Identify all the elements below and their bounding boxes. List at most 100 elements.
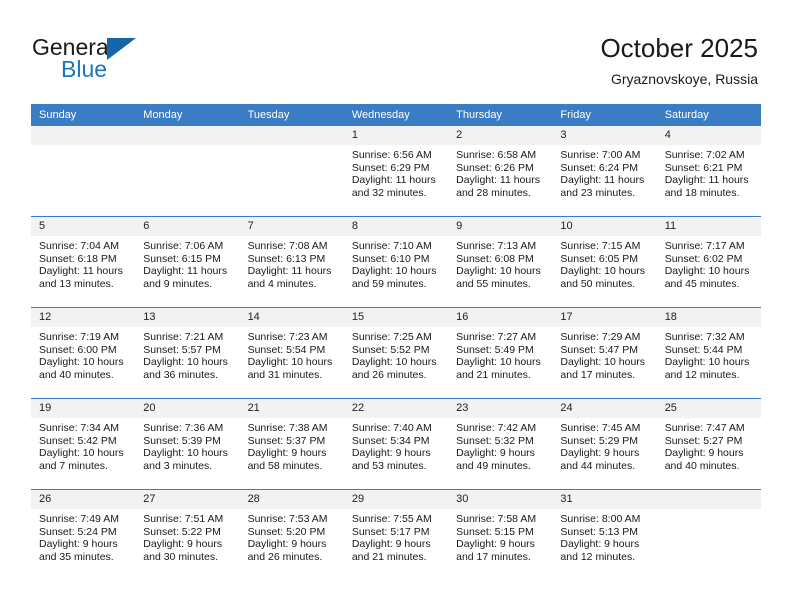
calendar-day-cell[interactable]: 3 Sunrise: 7:00 AM Sunset: 6:24 PM Daylight… [552, 126, 657, 217]
general-blue-logo[interactable]: General Blue [32, 34, 212, 86]
calendar-day-cell[interactable]: 26 Sunrise: 7:49 AM Sunset: 5:24 PM Dayligh… [31, 489, 136, 580]
calendar-day-cell[interactable]: 14 Sunrise: 7:23 AM Sunset: 5:54 PM Dayligh… [239, 307, 344, 399]
day-cell-inner: 30 Sunrise: 7:58 AM Sunset: 5:15 PM Dayligh… [448, 490, 553, 580]
calendar-day-cell[interactable]: 9 Sunrise: 7:13 AM Sunset: 6:08 PM Daylight… [448, 216, 553, 308]
calendar-day-cell[interactable]: 28 Sunrise: 7:53 AM Sunset: 5:20 PM Dayligh… [239, 489, 344, 580]
calendar-week-row: 26 Sunrise: 7:49 AM Sunset: 5:24 PM Dayligh… [31, 489, 761, 580]
calendar-table: Sunday Monday Tuesday Wednesday Thursday Frid… [31, 104, 761, 580]
day-number: 26 [31, 490, 136, 509]
day-detail-line: and 23 minutes. [560, 186, 636, 199]
calendar-day-cell[interactable]: 22 Sunrise: 7:40 AM Sunset: 5:34 PM Dayligh… [343, 398, 449, 490]
day-number: 15 [343, 308, 449, 327]
calendar-day-cell[interactable]: 15 Sunrise: 7:25 AM Sunset: 5:52 PM Dayligh… [343, 307, 449, 399]
day-number: 4 [656, 126, 761, 145]
day-detail-line: Sunset: 6:26 PM [456, 161, 534, 174]
day-number: 5 [31, 217, 136, 236]
day-detail-line: Daylight: 10 hours [664, 265, 750, 278]
day-details: Sunrise: 7:32 AM Sunset: 5:44 PM Daylight:… [657, 327, 761, 381]
calendar-day-cell[interactable]: 8 Sunrise: 7:10 AM Sunset: 6:10 PM Daylight… [343, 216, 449, 308]
day-cell-inner: 9 Sunrise: 7:13 AM Sunset: 6:08 PM Daylight… [448, 217, 553, 307]
day-cell-inner: 3 Sunrise: 7:00 AM Sunset: 6:24 PM Daylight… [552, 126, 657, 216]
day-cell-inner: 5 Sunrise: 7:04 AM Sunset: 6:18 PM Daylight… [31, 217, 136, 307]
calendar-day-cell[interactable]: 21 Sunrise: 7:38 AM Sunset: 5:37 PM Dayligh… [239, 398, 344, 490]
day-cell-inner: 21 Sunrise: 7:38 AM Sunset: 5:37 PM Dayligh… [239, 399, 344, 489]
day-details: Sunrise: 7:51 AM Sunset: 5:22 PM Daylight:… [135, 509, 239, 563]
title-block: October 2025 Gryaznovskoye, Russia [600, 32, 758, 88]
day-detail-line: Sunrise: 7:32 AM [664, 331, 745, 343]
calendar-day-cell[interactable]: 12 Sunrise: 7:19 AM Sunset: 6:00 PM Dayligh… [31, 307, 136, 399]
day-details: Sunrise: 7:19 AM Sunset: 6:00 PM Daylight:… [31, 327, 135, 381]
day-detail-line: Sunset: 5:34 PM [351, 434, 430, 447]
day-cell-inner [656, 490, 761, 580]
calendar-day-cell[interactable]: 20 Sunrise: 7:36 AM Sunset: 5:39 PM Dayligh… [135, 398, 240, 490]
calendar-day-cell[interactable]: 6 Sunrise: 7:06 AM Sunset: 6:15 PM Daylight… [135, 216, 240, 308]
day-detail-line: and 40 minutes. [664, 459, 740, 472]
day-details: Sunrise: 7:58 AM Sunset: 5:15 PM Daylight:… [448, 509, 552, 563]
calendar-day-cell[interactable]: 31 Sunrise: 8:00 AM Sunset: 5:13 PM Dayligh… [552, 489, 657, 580]
day-cell-inner: 28 Sunrise: 7:53 AM Sunset: 5:20 PM Dayligh… [239, 490, 344, 580]
day-details: Sunrise: 7:49 AM Sunset: 5:24 PM Daylight:… [31, 509, 135, 563]
calendar-day-cell[interactable]: 16 Sunrise: 7:27 AM Sunset: 5:49 PM Dayligh… [448, 307, 553, 399]
day-details: Sunrise: 7:21 AM Sunset: 5:57 PM Daylight:… [135, 327, 239, 381]
day-number: 12 [31, 308, 136, 327]
day-detail-line: Sunrise: 7:58 AM [456, 513, 537, 525]
day-details: Sunrise: 7:55 AM Sunset: 5:17 PM Daylight:… [344, 509, 448, 563]
day-detail-line: Sunset: 5:13 PM [560, 525, 639, 538]
day-detail-line: Sunrise: 7:29 AM [560, 331, 641, 343]
day-detail-line: Daylight: 9 hours [143, 538, 223, 551]
calendar-empty-cell [656, 489, 761, 580]
calendar-day-cell[interactable]: 27 Sunrise: 7:51 AM Sunset: 5:22 PM Dayligh… [135, 489, 240, 580]
day-number: 25 [656, 399, 761, 418]
day-detail-line: Daylight: 9 hours [456, 447, 535, 460]
calendar-day-cell[interactable]: 7 Sunrise: 7:08 AM Sunset: 6:13 PM Daylight… [239, 216, 344, 308]
day-cell-inner: 14 Sunrise: 7:23 AM Sunset: 5:54 PM Dayligh… [239, 308, 344, 398]
day-details: Sunrise: 7:25 AM Sunset: 5:52 PM Daylight:… [344, 327, 448, 381]
day-cell-inner: 26 Sunrise: 7:49 AM Sunset: 5:24 PM Dayligh… [31, 490, 136, 580]
day-cell-inner [135, 126, 240, 216]
calendar-day-cell[interactable]: 29 Sunrise: 7:55 AM Sunset: 5:17 PM Dayligh… [343, 489, 449, 580]
day-cell-inner: 20 Sunrise: 7:36 AM Sunset: 5:39 PM Dayligh… [135, 399, 240, 489]
weekday-header-tuesday: Tuesday [239, 104, 344, 126]
calendar-day-cell[interactable]: 30 Sunrise: 7:58 AM Sunset: 5:15 PM Dayligh… [448, 489, 553, 580]
calendar-day-cell[interactable]: 17 Sunrise: 7:29 AM Sunset: 5:47 PM Dayligh… [552, 307, 657, 399]
calendar-day-cell[interactable]: 11 Sunrise: 7:17 AM Sunset: 6:02 PM Dayligh… [656, 216, 761, 308]
calendar-day-cell[interactable]: 18 Sunrise: 7:32 AM Sunset: 5:44 PM Dayligh… [656, 307, 761, 399]
calendar-day-cell[interactable]: 4 Sunrise: 7:02 AM Sunset: 6:21 PM Daylight… [656, 126, 761, 217]
calendar-day-cell[interactable]: 10 Sunrise: 7:15 AM Sunset: 6:05 PM Dayligh… [552, 216, 657, 308]
day-number [239, 126, 344, 145]
calendar-day-cell[interactable]: 13 Sunrise: 7:21 AM Sunset: 5:57 PM Dayligh… [135, 307, 240, 399]
calendar-day-cell[interactable]: 25 Sunrise: 7:47 AM Sunset: 5:27 PM Dayligh… [656, 398, 761, 490]
day-detail-line: Sunrise: 7:51 AM [143, 513, 224, 525]
day-number: 1 [343, 126, 449, 145]
day-number [31, 126, 136, 145]
day-detail-line: Sunset: 5:47 PM [560, 343, 639, 356]
day-details: Sunrise: 6:56 AM Sunset: 6:29 PM Daylight:… [344, 145, 448, 199]
day-detail-line: and 59 minutes. [351, 277, 427, 290]
day-cell-inner: 1 Sunrise: 6:56 AM Sunset: 6:29 PM Daylight… [343, 126, 449, 216]
day-number: 17 [552, 308, 657, 327]
day-cell-inner: 23 Sunrise: 7:42 AM Sunset: 5:32 PM Dayligh… [448, 399, 553, 489]
page-header: General Blue October 2025 Gryaznovskoye,… [0, 0, 792, 100]
day-detail-line: and 26 minutes. [247, 550, 323, 563]
day-detail-line: Sunset: 5:52 PM [351, 343, 430, 356]
calendar-day-cell[interactable]: 23 Sunrise: 7:42 AM Sunset: 5:32 PM Dayligh… [448, 398, 553, 490]
calendar-day-cell[interactable]: 19 Sunrise: 7:34 AM Sunset: 5:42 PM Dayligh… [31, 398, 136, 490]
day-number: 14 [239, 308, 344, 327]
day-detail-line: Sunrise: 7:08 AM [247, 240, 328, 252]
calendar-day-cell[interactable]: 24 Sunrise: 7:45 AM Sunset: 5:29 PM Dayligh… [552, 398, 657, 490]
day-detail-line: and 17 minutes. [456, 550, 531, 563]
day-cell-inner: 24 Sunrise: 7:45 AM Sunset: 5:29 PM Dayligh… [552, 399, 657, 489]
day-detail-line: and 21 minutes. [456, 368, 531, 381]
day-cell-inner: 19 Sunrise: 7:34 AM Sunset: 5:42 PM Dayligh… [31, 399, 136, 489]
calendar-day-cell[interactable]: 2 Sunrise: 6:58 AM Sunset: 6:26 PM Daylight… [448, 126, 553, 217]
calendar-day-cell[interactable]: 1 Sunrise: 6:56 AM Sunset: 6:29 PM Daylight… [343, 126, 449, 217]
day-detail-line: and 21 minutes. [351, 550, 427, 563]
day-detail-line: Daylight: 10 hours [456, 265, 541, 278]
calendar-day-cell[interactable]: 5 Sunrise: 7:04 AM Sunset: 6:18 PM Daylight… [31, 216, 136, 308]
day-cell-inner: 15 Sunrise: 7:25 AM Sunset: 5:52 PM Dayligh… [343, 308, 449, 398]
day-details: Sunrise: 7:10 AM Sunset: 6:10 PM Daylight:… [344, 236, 448, 290]
calendar-page: General Blue October 2025 Gryaznovskoye,… [0, 0, 792, 612]
day-number: 9 [448, 217, 553, 236]
day-detail-line: Daylight: 10 hours [664, 356, 750, 369]
day-detail-line: and 35 minutes. [39, 550, 114, 563]
